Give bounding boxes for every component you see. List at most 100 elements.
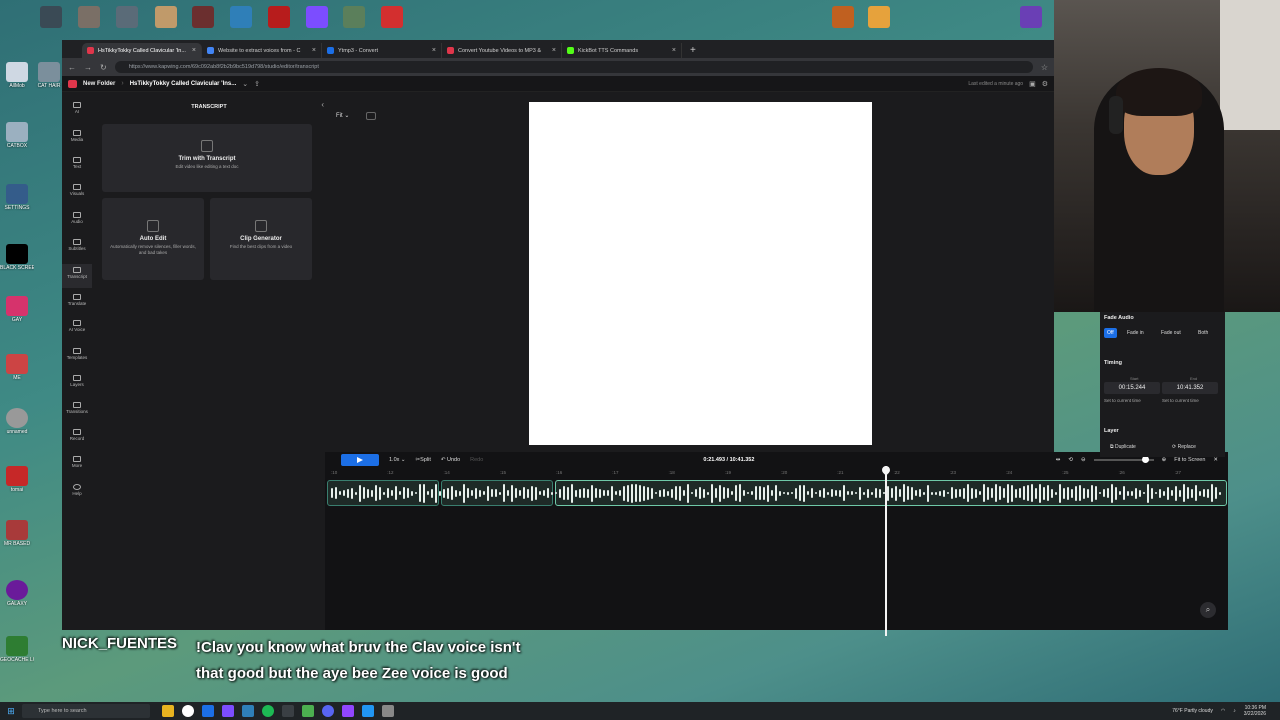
app-icon[interactable] [202, 705, 214, 717]
reload-icon[interactable]: ↻ [100, 63, 107, 72]
rail-item-text[interactable]: Text [62, 157, 92, 169]
app-icon[interactable] [222, 705, 234, 717]
chevron-down-icon[interactable]: ⌄ [242, 80, 248, 88]
browser-tab[interactable]: Ytmp3 - Convert × [322, 43, 442, 58]
desktop-icon[interactable] [78, 6, 100, 28]
star-icon[interactable]: ☆ [1041, 63, 1048, 72]
split-view-icon[interactable]: ⇹ [1056, 457, 1061, 463]
discord-icon[interactable] [322, 705, 334, 717]
desktop-icon[interactable] [155, 6, 177, 28]
auto-edit-card[interactable]: Auto Edit Automatically remove silences,… [102, 198, 204, 280]
zoom-out-icon[interactable]: ⊖ [1081, 457, 1086, 463]
redo-button[interactable]: Redo [470, 457, 483, 463]
playhead[interactable] [885, 466, 887, 636]
desktop-icon[interactable]: CATBOX [2, 122, 32, 149]
rail-item-transitions[interactable]: Transitions [62, 402, 92, 414]
windows-start-icon[interactable]: ⊞ [0, 702, 22, 720]
zoom-in-icon[interactable]: ⊕ [1162, 457, 1167, 463]
replace-button[interactable]: ⟳ Replace [1172, 444, 1196, 450]
project-title[interactable]: HsTikkyTokky Called Clavicular 'Ins... [130, 81, 237, 87]
clip-generator-card[interactable]: Clip Generator Find the best clips from … [210, 198, 312, 280]
close-icon[interactable]: × [192, 47, 196, 54]
app-icon[interactable] [342, 705, 354, 717]
desktop-icon[interactable]: CAT HAIR [34, 62, 64, 89]
wifi-icon[interactable]: ◠ [1221, 708, 1225, 714]
fade-out-option[interactable]: Fade out [1158, 328, 1184, 338]
desktop-icon[interactable] [343, 6, 365, 28]
desktop-icon[interactable]: GAY [2, 296, 32, 323]
fade-in-option[interactable]: Fade in [1124, 328, 1147, 338]
zoom-slider[interactable] [1093, 456, 1154, 463]
set-start-current-button[interactable]: Set to current time [1104, 398, 1141, 403]
new-tab-button[interactable]: + [682, 43, 704, 58]
desktop-icon[interactable]: unnamed [2, 408, 32, 435]
restart-icon[interactable]: ⟲ [1068, 457, 1073, 463]
pdf-icon[interactable] [381, 6, 403, 28]
taskbar-search-input[interactable]: Type here to search [22, 704, 150, 718]
trim-with-transcript-card[interactable]: Trim with Transcript Edit video like edi… [102, 124, 312, 192]
fade-both-option[interactable]: Both [1195, 328, 1211, 338]
close-icon[interactable]: × [552, 47, 556, 54]
rail-item-record[interactable]: Record [62, 429, 92, 441]
desktop-icon[interactable] [268, 6, 290, 28]
app-icon[interactable] [262, 705, 274, 717]
start-time-input[interactable]: 00:15.244 [1104, 382, 1160, 394]
browser-tab[interactable]: KickBot TTS Commands × [562, 43, 682, 58]
play-button[interactable] [341, 454, 379, 466]
video-canvas[interactable] [529, 102, 872, 445]
close-icon[interactable]: ✕ [1213, 457, 1218, 463]
desktop-icon[interactable] [306, 6, 328, 28]
back-icon[interactable]: ← [68, 63, 76, 72]
end-time-input[interactable]: 10:41.352 [1162, 382, 1218, 394]
forward-icon[interactable]: → [84, 63, 92, 72]
weather-label[interactable]: 76°F Partly cloudy [1172, 708, 1213, 714]
undo-button[interactable]: ↶ Undo [441, 457, 460, 463]
fit-dropdown[interactable]: Fit ⌄ [336, 112, 349, 119]
split-button[interactable]: ✂Split [416, 457, 431, 463]
desktop-icon[interactable] [230, 6, 252, 28]
app-icon[interactable] [242, 705, 254, 717]
set-end-current-button[interactable]: Set to current time [1162, 398, 1199, 403]
desktop-icon[interactable]: ME [2, 354, 32, 381]
rail-item-media[interactable]: Media [62, 130, 92, 142]
rail-item-help[interactable]: Help [62, 484, 92, 496]
duplicate-button[interactable]: ⧉ Duplicate [1110, 444, 1136, 450]
desktop-icon[interactable] [116, 6, 138, 28]
desktop-icon[interactable] [832, 6, 854, 28]
rail-item-transcript[interactable]: Transcript [62, 264, 92, 288]
app-icon[interactable] [282, 705, 294, 717]
desktop-icon[interactable]: BLACK SCREEN [0, 244, 34, 271]
rail-item-templates[interactable]: Templates [62, 348, 92, 360]
desktop-icon[interactable] [868, 6, 890, 28]
close-icon[interactable]: × [432, 47, 436, 54]
app-icon[interactable] [362, 705, 374, 717]
speed-dropdown[interactable]: 1.0x ⌄ [389, 457, 406, 463]
rail-item-subtitles[interactable]: Subtitles [62, 239, 92, 251]
browser-tab[interactable]: Convert Youtube Videos to MP3 & × [442, 43, 562, 58]
rail-item-more[interactable]: More [62, 456, 92, 468]
browser-tab[interactable]: HsTikkyTokky Called Clavicular 'In... × [82, 43, 202, 58]
zoom-slider-handle[interactable] [1141, 456, 1149, 463]
share-icon[interactable]: ⇪ [254, 80, 260, 88]
rail-item-translate[interactable]: Translate [62, 294, 92, 306]
rail-item-layers[interactable]: Layers [62, 375, 92, 387]
settings-icon[interactable]: ⚙ [1042, 80, 1048, 88]
desktop-icon[interactable]: GEOCACHE LOGO [0, 636, 34, 663]
desktop-icon[interactable]: GALAXY [2, 580, 32, 607]
fit-to-screen-button[interactable]: Fit to Screen [1174, 457, 1205, 463]
close-icon[interactable]: × [312, 47, 316, 54]
fade-off-option[interactable]: Off [1104, 328, 1117, 338]
desktop-icon[interactable]: AllMob [2, 62, 32, 89]
chrome-icon[interactable] [182, 705, 194, 717]
rail-item-ai[interactable]: AI [62, 102, 92, 114]
desktop-icon[interactable]: SETTINGS [2, 184, 32, 211]
rail-item-audio[interactable]: Audio [62, 212, 92, 224]
url-input[interactable]: https://www.kapwing.com/69c092ab8f2b2b9b… [114, 61, 1033, 73]
close-icon[interactable]: × [672, 47, 676, 54]
search-icon[interactable]: ⌕ [1200, 602, 1216, 618]
browser-tab[interactable]: Website to extract voices from - C × [202, 43, 322, 58]
desktop-icon[interactable] [192, 6, 214, 28]
kapwing-logo-icon[interactable] [68, 79, 77, 88]
volume-icon[interactable]: ♪ [1233, 708, 1236, 714]
rail-item-ai-voice[interactable]: AI Voice [62, 320, 92, 332]
